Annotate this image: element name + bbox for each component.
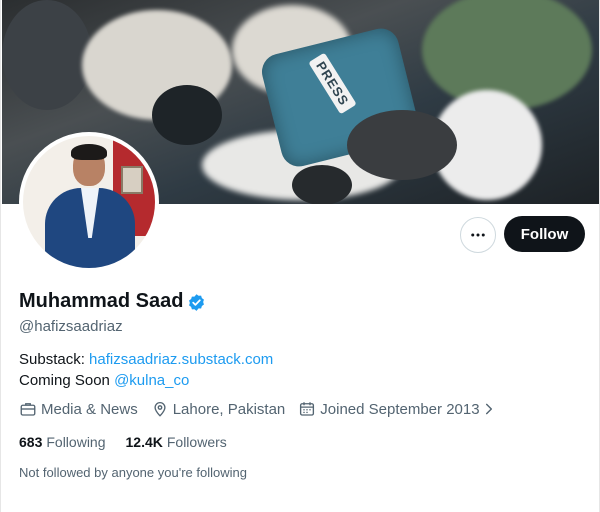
banner-shape [347,110,457,180]
following-count: 683 [19,434,43,450]
profile-category: Media & News [19,400,138,418]
profile-avatar[interactable] [19,132,159,272]
ellipsis-icon [471,233,485,237]
briefcase-icon [20,403,36,416]
profile-stats: 683 Following 12.4K Followers [19,434,247,450]
following-label: Following [46,434,106,450]
bio-line: Coming Soon @kulna_co [19,370,273,391]
banner-shape [292,165,352,204]
substack-link[interactable]: hafizsaadriaz.substack.com [89,351,273,368]
followers-link[interactable]: 12.4K Followers [126,434,227,450]
chevron-right-icon[interactable] [482,402,496,416]
profile-meta: Media & News Lahore, Pakistan Joined Sep… [19,400,509,418]
profile-handle: @hafizsaadriaz [19,318,123,335]
following-link[interactable]: 683 Following [19,434,106,450]
bio-line: Substack: hafizsaadriaz.substack.com [19,349,273,370]
profile-name-row: Muhammad Saad [19,290,206,313]
joined-label: Joined September 2013 [320,400,480,418]
category-label: Media & News [41,400,138,418]
mention-link[interactable]: @kulna_co [114,372,189,389]
avatar-hair [71,144,107,160]
profile-bio: Substack: hafizsaadriaz.substack.com Com… [19,349,273,391]
banner-shape [2,0,92,110]
bio-text: Substack: [19,351,90,368]
profile-joined[interactable]: Joined September 2013 [298,400,495,418]
location-label: Lahore, Pakistan [172,400,286,418]
verified-badge-icon[interactable] [187,293,206,312]
banner-shape [152,85,222,145]
bio-text: Coming Soon [19,372,115,389]
profile-location: Lahore, Pakistan [151,400,286,418]
location-pin-icon [154,402,166,417]
more-options-button[interactable] [460,217,496,253]
followers-label: Followers [166,434,227,450]
followed-by-note: Not followed by anyone you're following [19,465,247,480]
avatar-window [121,166,143,194]
calendar-icon [300,402,315,416]
profile-display-name: Muhammad Saad [19,290,184,312]
profile-page: PRESS Follow Muhammad Saad @hafizsaadria… [0,0,600,512]
followers-count: 12.4K [125,434,163,450]
follow-button[interactable]: Follow [504,216,585,252]
